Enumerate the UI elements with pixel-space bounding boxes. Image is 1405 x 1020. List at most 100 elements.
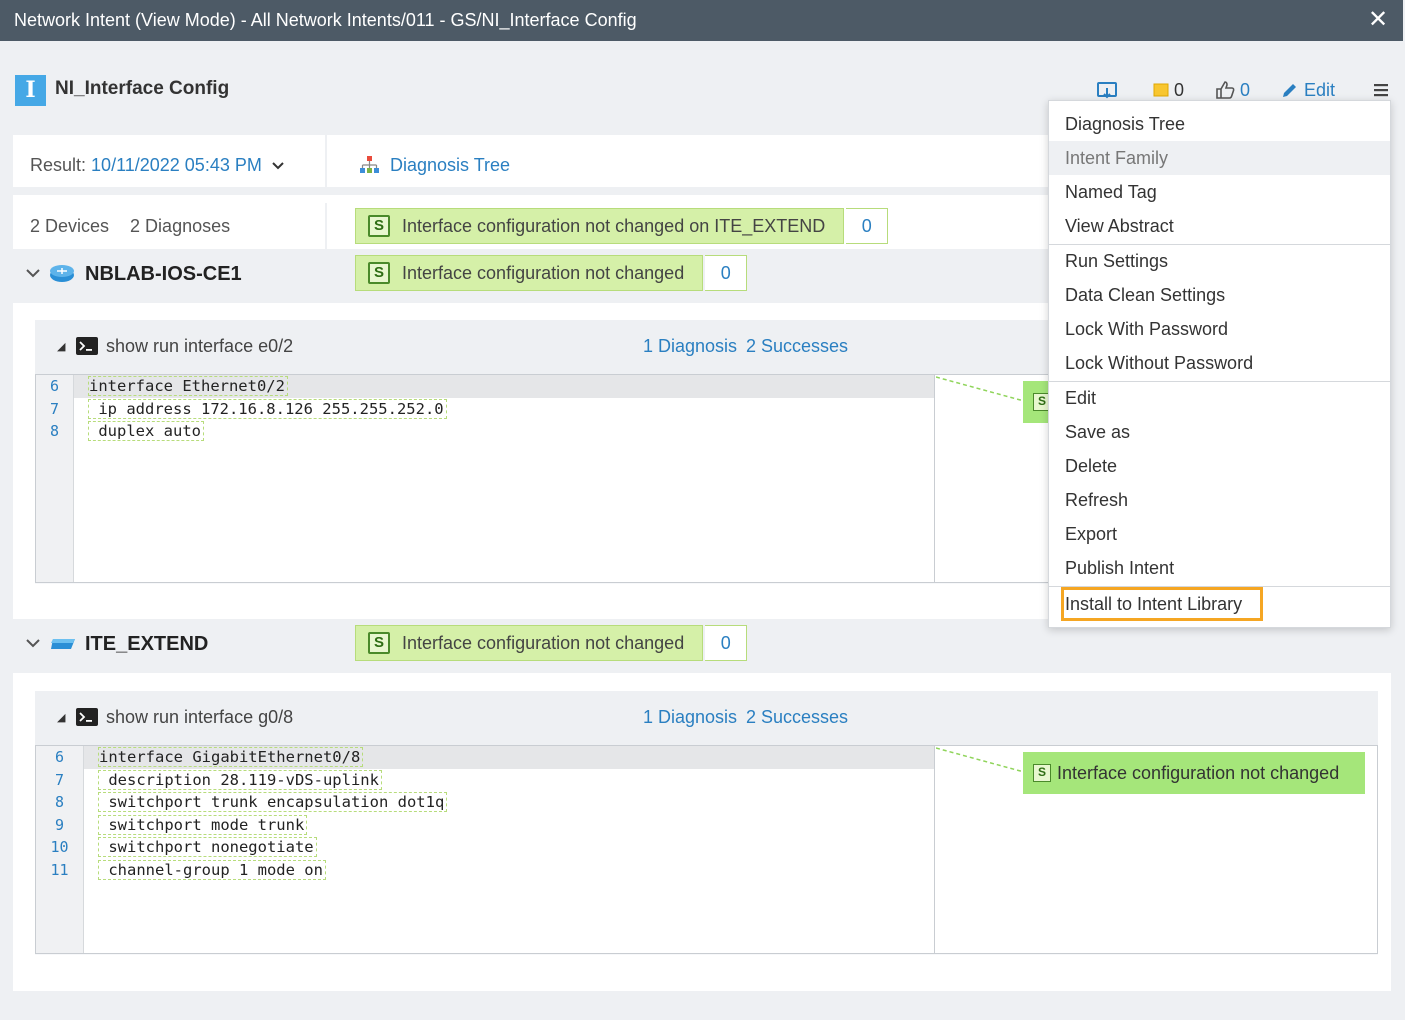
terminal-icon (76, 337, 98, 360)
line-number: 8 (49, 422, 60, 441)
menu-item-run-settings[interactable]: Run Settings (1049, 244, 1390, 278)
code-lines: interface Ethernet0/2 ip address 172.16.… (74, 375, 934, 443)
summary-text: 2 Devices 2 Diagnoses (30, 216, 246, 237)
code-line: duplex auto (74, 420, 934, 443)
menu-item-named-tag[interactable]: Named Tag (1049, 175, 1390, 209)
menu-item-intent-family[interactable]: Intent Family (1049, 141, 1390, 175)
collapse-chevron-icon[interactable] (25, 263, 41, 284)
badge-text: Interface configuration not changed on I… (402, 215, 826, 236)
badge-main: S Interface configuration not changed on… (355, 208, 845, 244)
code-line: ip address 172.16.8.126 255.255.252.0 (74, 398, 934, 421)
result-label: Result: (30, 155, 87, 175)
like-button[interactable]: 0 (1214, 79, 1250, 101)
menu-button[interactable] (1373, 82, 1393, 98)
menu-item-diagnosis-tree[interactable]: Diagnosis Tree (1049, 107, 1390, 141)
line-number: 7 (49, 399, 60, 418)
collapse-triangle-icon[interactable]: ◢ (57, 340, 65, 353)
menu-item-delete[interactable]: Delete (1049, 449, 1390, 483)
menu-item-data-clean-settings[interactable]: Data Clean Settings (1049, 278, 1390, 312)
notes-count: 0 (1173, 79, 1184, 100)
pane-divider (934, 746, 935, 953)
device-name[interactable]: ITE_EXTEND (85, 633, 208, 656)
badge-count[interactable]: 0 (705, 625, 748, 661)
menu-item-refresh[interactable]: Refresh (1049, 483, 1390, 517)
command-header: ◢ show run interface g0/8 1 Diagnosis 2 … (35, 691, 1378, 745)
devices-count: 2 Devices (30, 216, 110, 236)
code-line: switchport nonegotiate (84, 836, 934, 859)
menu-item-lock-with-password[interactable]: Lock With Password (1049, 312, 1390, 346)
menu-item-install-to-intent-library[interactable]: Install to Intent Library (1061, 587, 1263, 621)
pane-divider (934, 375, 935, 582)
badge-text: Interface configuration not changed (402, 632, 685, 653)
line-number: 9 (54, 815, 65, 834)
terminal-icon (76, 708, 98, 731)
diagnosis-link[interactable]: 1 Diagnosis (643, 707, 737, 728)
badge-main: S Interface configuration not changed (355, 625, 704, 661)
likes-count: 0 (1239, 79, 1250, 100)
hamburger-menu-icon (1374, 84, 1388, 97)
notes-button[interactable]: 0 (1152, 80, 1184, 101)
divider (325, 203, 327, 249)
switch-icon (49, 633, 77, 658)
result-tag[interactable]: S Interface configuration not changed (1023, 752, 1366, 794)
menu-item-edit[interactable]: Edit (1049, 381, 1390, 415)
thumbs-up-icon (1216, 81, 1235, 99)
code-line: channel-group 1 mode on (84, 859, 934, 882)
line-number: 11 (50, 860, 69, 879)
success-icon: S (1033, 764, 1051, 782)
edit-button[interactable]: Edit (1280, 80, 1335, 101)
intent-name: NI_Interface Config (55, 78, 230, 99)
line-number: 8 (54, 793, 65, 812)
more-actions-menu: Diagnosis Tree Intent Family Named Tag V… (1048, 100, 1391, 628)
badge-main: S Interface configuration not changed (355, 255, 704, 291)
successes-link[interactable]: 2 Successes (746, 707, 848, 728)
menu-item-save-as[interactable]: Save as (1049, 415, 1390, 449)
collapse-chevron-icon[interactable] (25, 633, 41, 654)
edit-label: Edit (1303, 79, 1335, 100)
title-bar: Network Intent (View Mode) - All Network… (0, 0, 1403, 41)
success-icon: S (368, 632, 390, 654)
successes-link[interactable]: 2 Successes (746, 336, 848, 357)
note-icon (1153, 83, 1169, 97)
menu-item-lock-without-password[interactable]: Lock Without Password (1049, 346, 1390, 380)
diagnoses-count: 2 Diagnoses (130, 216, 231, 236)
collapse-triangle-icon[interactable]: ◢ (57, 711, 65, 724)
badge-count[interactable]: 0 (846, 208, 889, 244)
router-icon (49, 263, 75, 288)
diagnosis-link[interactable]: 1 Diagnosis (643, 336, 737, 357)
code-line: interface Ethernet0/2 (74, 375, 934, 398)
summary-success-badge[interactable]: S Interface configuration not changed on… (355, 208, 889, 244)
device-success-badge[interactable]: S Interface configuration not changed 0 (355, 625, 748, 661)
diagnosis-tree-link[interactable]: Diagnosis Tree (358, 154, 510, 176)
badge-count[interactable]: 0 (705, 255, 748, 291)
code-viewer[interactable]: 6 7 8 9 10 11 interface GigabitEthernet0… (35, 745, 1378, 954)
line-number: 6 (49, 377, 60, 395)
line-number: 6 (54, 748, 65, 766)
diagnosis-tree-label: Diagnosis Tree (390, 154, 511, 175)
command-name: show run interface e0/2 (106, 336, 294, 356)
code-line: description 28.119-vDS-uplink (84, 769, 934, 792)
map-icon (1096, 82, 1117, 99)
result-selector[interactable]: Result: 10/11/2022 05:43 PM (30, 155, 285, 176)
success-icon: S (368, 215, 390, 237)
result-date: 10/11/2022 05:43 PM (91, 155, 262, 175)
line-numbers: 6 7 8 (36, 375, 74, 582)
code-line: interface GigabitEthernet0/8 (84, 746, 934, 769)
line-number: 7 (54, 770, 65, 789)
menu-item-export[interactable]: Export (1049, 517, 1390, 551)
code-line: switchport trunk encapsulation dot1q (84, 791, 934, 814)
badge-text: Interface configuration not changed (402, 262, 685, 283)
menu-item-publish-intent[interactable]: Publish Intent (1049, 551, 1390, 585)
close-icon[interactable]: ✕ (1363, 0, 1393, 41)
device-name[interactable]: NBLAB-IOS-CE1 (85, 263, 242, 286)
chevron-down-icon (272, 162, 284, 170)
pencil-icon (1282, 84, 1296, 97)
menu-item-view-abstract[interactable]: View Abstract (1049, 209, 1390, 243)
command-block: ◢ show run interface g0/8 1 Diagnosis 2 … (35, 691, 1378, 955)
command-name: show run interface g0/8 (106, 707, 294, 727)
connector-line (936, 376, 1025, 402)
device-success-badge[interactable]: S Interface configuration not changed 0 (355, 255, 748, 291)
intent-logo-icon: I (15, 75, 46, 106)
code-line: switchport mode trunk (84, 814, 934, 837)
map-button[interactable] (1096, 80, 1122, 100)
